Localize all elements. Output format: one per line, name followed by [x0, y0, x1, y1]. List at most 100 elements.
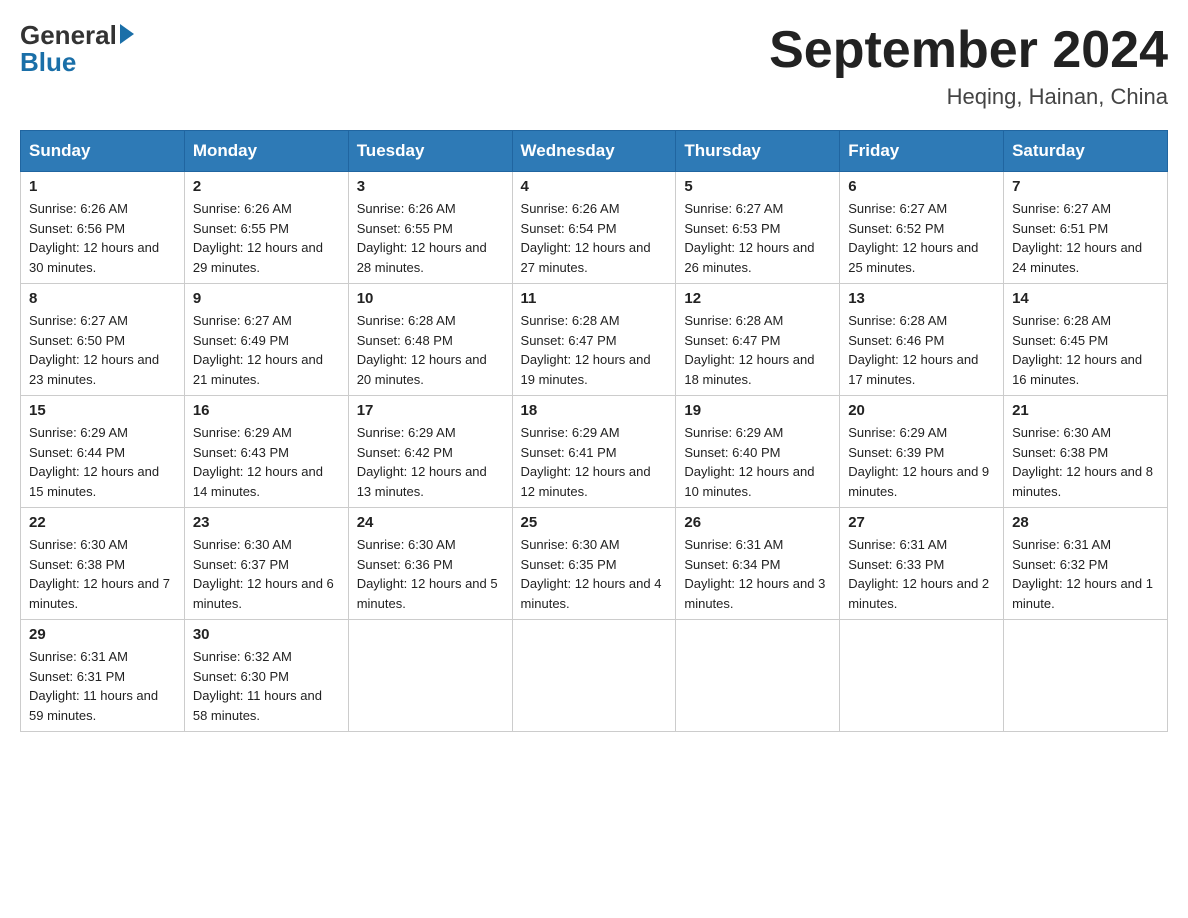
- day-info: Sunrise: 6:30 AMSunset: 6:38 PMDaylight:…: [1012, 423, 1159, 501]
- day-cell-20: 20 Sunrise: 6:29 AMSunset: 6:39 PMDayligh…: [840, 396, 1004, 508]
- day-info: Sunrise: 6:29 AMSunset: 6:44 PMDaylight:…: [29, 423, 176, 501]
- day-number: 22: [29, 514, 176, 531]
- day-cell-9: 9 Sunrise: 6:27 AMSunset: 6:49 PMDaylight…: [184, 284, 348, 396]
- logo-triangle-icon: [120, 24, 134, 44]
- day-info: Sunrise: 6:26 AMSunset: 6:54 PMDaylight:…: [521, 199, 668, 277]
- week-row-2: 8 Sunrise: 6:27 AMSunset: 6:50 PMDaylight…: [21, 284, 1168, 396]
- empty-cell: [840, 620, 1004, 732]
- col-header-tuesday: Tuesday: [348, 131, 512, 172]
- day-info: Sunrise: 6:29 AMSunset: 6:42 PMDaylight:…: [357, 423, 504, 501]
- day-info: Sunrise: 6:27 AMSunset: 6:51 PMDaylight:…: [1012, 199, 1159, 277]
- day-number: 23: [193, 514, 340, 531]
- col-header-friday: Friday: [840, 131, 1004, 172]
- day-info: Sunrise: 6:27 AMSunset: 6:52 PMDaylight:…: [848, 199, 995, 277]
- col-header-thursday: Thursday: [676, 131, 840, 172]
- day-info: Sunrise: 6:31 AMSunset: 6:31 PMDaylight:…: [29, 647, 176, 725]
- day-number: 28: [1012, 514, 1159, 531]
- day-info: Sunrise: 6:30 AMSunset: 6:35 PMDaylight:…: [521, 535, 668, 613]
- day-cell-21: 21Sunrise: 6:30 AMSunset: 6:38 PMDayligh…: [1004, 396, 1168, 508]
- week-row-3: 15 Sunrise: 6:29 AMSunset: 6:44 PMDayligh…: [21, 396, 1168, 508]
- calendar-table: SundayMondayTuesdayWednesdayThursdayFrid…: [20, 130, 1168, 732]
- day-cell-22: 22 Sunrise: 6:30 AMSunset: 6:38 PMDayligh…: [21, 508, 185, 620]
- day-info: Sunrise: 6:28 AMSunset: 6:47 PMDaylight:…: [684, 311, 831, 389]
- day-number: 6: [848, 178, 995, 195]
- page-header: General Blue September 2024 Heqing, Hain…: [20, 20, 1168, 110]
- day-cell-26: 26Sunrise: 6:31 AMSunset: 6:34 PMDayligh…: [676, 508, 840, 620]
- day-cell-28: 28 Sunrise: 6:31 AMSunset: 6:32 PMDayligh…: [1004, 508, 1168, 620]
- day-info: Sunrise: 6:28 AMSunset: 6:47 PMDaylight:…: [521, 311, 668, 389]
- col-header-sunday: Sunday: [21, 131, 185, 172]
- day-info: Sunrise: 6:30 AMSunset: 6:38 PMDaylight:…: [29, 535, 176, 613]
- day-number: 17: [357, 402, 504, 419]
- col-header-saturday: Saturday: [1004, 131, 1168, 172]
- day-number: 29: [29, 626, 176, 643]
- day-number: 27: [848, 514, 995, 531]
- day-number: 4: [521, 178, 668, 195]
- day-number: 24: [357, 514, 504, 531]
- day-cell-30: 30Sunrise: 6:32 AMSunset: 6:30 PMDayligh…: [184, 620, 348, 732]
- day-info: Sunrise: 6:27 AMSunset: 6:53 PMDaylight:…: [684, 199, 831, 277]
- logo: General Blue: [20, 20, 134, 78]
- day-number: 8: [29, 290, 176, 307]
- day-cell-8: 8 Sunrise: 6:27 AMSunset: 6:50 PMDaylight…: [21, 284, 185, 396]
- day-number: 30: [193, 626, 340, 643]
- day-number: 9: [193, 290, 340, 307]
- day-number: 18: [521, 402, 668, 419]
- day-info: Sunrise: 6:29 AMSunset: 6:43 PMDaylight:…: [193, 423, 340, 501]
- day-info: Sunrise: 6:31 AMSunset: 6:33 PMDaylight:…: [848, 535, 995, 613]
- day-info: Sunrise: 6:28 AMSunset: 6:45 PMDaylight:…: [1012, 311, 1159, 389]
- day-cell-13: 13 Sunrise: 6:28 AMSunset: 6:46 PMDayligh…: [840, 284, 1004, 396]
- day-info: Sunrise: 6:29 AMSunset: 6:41 PMDaylight:…: [521, 423, 668, 501]
- day-number: 13: [848, 290, 995, 307]
- day-cell-4: 4 Sunrise: 6:26 AMSunset: 6:54 PMDaylight…: [512, 172, 676, 284]
- day-cell-18: 18 Sunrise: 6:29 AMSunset: 6:41 PMDayligh…: [512, 396, 676, 508]
- day-info: Sunrise: 6:27 AMSunset: 6:49 PMDaylight:…: [193, 311, 340, 389]
- day-cell-3: 3Sunrise: 6:26 AMSunset: 6:55 PMDaylight…: [348, 172, 512, 284]
- day-info: Sunrise: 6:26 AMSunset: 6:55 PMDaylight:…: [193, 199, 340, 277]
- day-number: 16: [193, 402, 340, 419]
- day-cell-17: 17 Sunrise: 6:29 AMSunset: 6:42 PMDayligh…: [348, 396, 512, 508]
- day-cell-2: 2Sunrise: 6:26 AMSunset: 6:55 PMDaylight…: [184, 172, 348, 284]
- day-cell-19: 19Sunrise: 6:29 AMSunset: 6:40 PMDayligh…: [676, 396, 840, 508]
- empty-cell: [348, 620, 512, 732]
- day-cell-29: 29 Sunrise: 6:31 AMSunset: 6:31 PMDayligh…: [21, 620, 185, 732]
- day-number: 26: [684, 514, 831, 531]
- week-row-1: 1 Sunrise: 6:26 AMSunset: 6:56 PMDaylight…: [21, 172, 1168, 284]
- day-cell-23: 23 Sunrise: 6:30 AMSunset: 6:37 PMDayligh…: [184, 508, 348, 620]
- col-header-monday: Monday: [184, 131, 348, 172]
- week-row-5: 29 Sunrise: 6:31 AMSunset: 6:31 PMDayligh…: [21, 620, 1168, 732]
- day-info: Sunrise: 6:29 AMSunset: 6:40 PMDaylight:…: [684, 423, 831, 501]
- day-info: Sunrise: 6:27 AMSunset: 6:50 PMDaylight:…: [29, 311, 176, 389]
- day-number: 15: [29, 402, 176, 419]
- day-info: Sunrise: 6:31 AMSunset: 6:32 PMDaylight:…: [1012, 535, 1159, 613]
- day-cell-25: 25 Sunrise: 6:30 AMSunset: 6:35 PMDayligh…: [512, 508, 676, 620]
- day-number: 1: [29, 178, 176, 195]
- empty-cell: [512, 620, 676, 732]
- day-cell-27: 27 Sunrise: 6:31 AMSunset: 6:33 PMDayligh…: [840, 508, 1004, 620]
- week-row-4: 22 Sunrise: 6:30 AMSunset: 6:38 PMDayligh…: [21, 508, 1168, 620]
- day-info: Sunrise: 6:28 AMSunset: 6:46 PMDaylight:…: [848, 311, 995, 389]
- day-info: Sunrise: 6:28 AMSunset: 6:48 PMDaylight:…: [357, 311, 504, 389]
- day-number: 7: [1012, 178, 1159, 195]
- day-info: Sunrise: 6:30 AMSunset: 6:37 PMDaylight:…: [193, 535, 340, 613]
- day-cell-24: 24Sunrise: 6:30 AMSunset: 6:36 PMDayligh…: [348, 508, 512, 620]
- day-info: Sunrise: 6:26 AMSunset: 6:56 PMDaylight:…: [29, 199, 176, 277]
- day-number: 12: [684, 290, 831, 307]
- day-cell-11: 11 Sunrise: 6:28 AMSunset: 6:47 PMDayligh…: [512, 284, 676, 396]
- day-number: 11: [521, 290, 668, 307]
- day-cell-6: 6 Sunrise: 6:27 AMSunset: 6:52 PMDaylight…: [840, 172, 1004, 284]
- day-number: 10: [357, 290, 504, 307]
- location-text: Heqing, Hainan, China: [769, 84, 1168, 110]
- day-cell-14: 14Sunrise: 6:28 AMSunset: 6:45 PMDayligh…: [1004, 284, 1168, 396]
- day-cell-7: 7 Sunrise: 6:27 AMSunset: 6:51 PMDaylight…: [1004, 172, 1168, 284]
- logo-blue-text: Blue: [20, 47, 76, 78]
- day-info: Sunrise: 6:29 AMSunset: 6:39 PMDaylight:…: [848, 423, 995, 501]
- day-cell-16: 16 Sunrise: 6:29 AMSunset: 6:43 PMDayligh…: [184, 396, 348, 508]
- empty-cell: [1004, 620, 1168, 732]
- day-cell-1: 1 Sunrise: 6:26 AMSunset: 6:56 PMDaylight…: [21, 172, 185, 284]
- day-number: 25: [521, 514, 668, 531]
- month-title: September 2024: [769, 20, 1168, 80]
- day-number: 20: [848, 402, 995, 419]
- title-block: September 2024 Heqing, Hainan, China: [769, 20, 1168, 110]
- day-number: 5: [684, 178, 831, 195]
